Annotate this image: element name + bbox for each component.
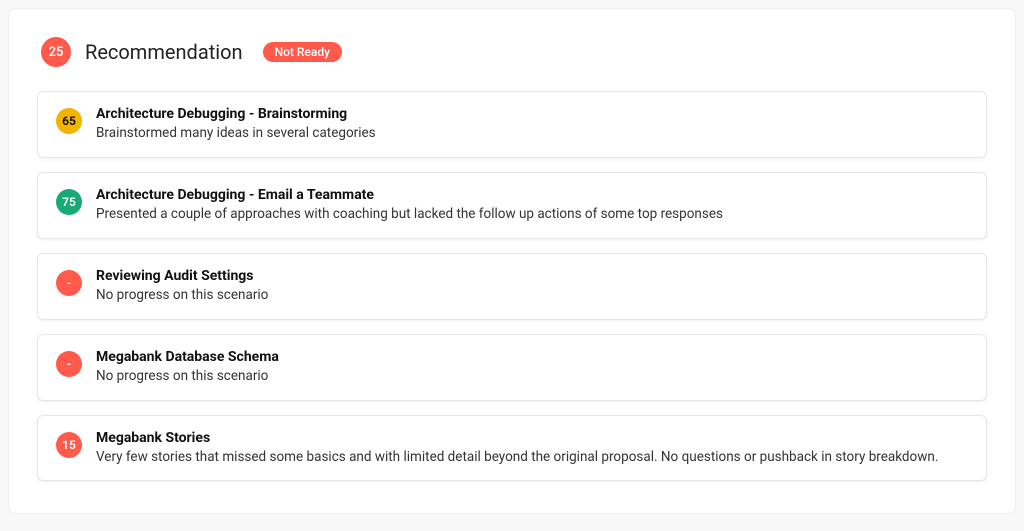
- scenario-title: Megabank Stories: [96, 430, 968, 446]
- scenario-desc: Brainstormed many ideas in several categ…: [96, 124, 968, 143]
- scenario-body: Architecture Debugging - Email a Teammat…: [96, 187, 968, 224]
- scenario-desc: No progress on this scenario: [96, 286, 968, 305]
- scenario-card[interactable]: 65 Architecture Debugging - Brainstormin…: [37, 91, 987, 158]
- scenario-title: Megabank Database Schema: [96, 349, 968, 365]
- scenario-title: Reviewing Audit Settings: [96, 268, 968, 284]
- scenario-body: Architecture Debugging - Brainstorming B…: [96, 106, 968, 143]
- overall-score-badge: 25: [41, 37, 71, 67]
- recommendation-panel: 25 Recommendation Not Ready 65 Architect…: [8, 8, 1016, 514]
- scenario-score-badge: -: [56, 351, 82, 377]
- scenario-title: Architecture Debugging - Brainstorming: [96, 106, 968, 122]
- scenario-score-badge: 75: [56, 189, 82, 215]
- scenario-card[interactable]: 75 Architecture Debugging - Email a Team…: [37, 172, 987, 239]
- scenario-score-badge: 65: [56, 108, 82, 134]
- scenario-body: Reviewing Audit Settings No progress on …: [96, 268, 968, 305]
- panel-title: Recommendation: [85, 40, 243, 64]
- panel-header: 25 Recommendation Not Ready: [37, 37, 987, 67]
- scenario-list: 65 Architecture Debugging - Brainstormin…: [37, 91, 987, 481]
- scenario-desc: Very few stories that missed some basics…: [96, 448, 968, 467]
- scenario-body: Megabank Database Schema No progress on …: [96, 349, 968, 386]
- scenario-desc: Presented a couple of approaches with co…: [96, 205, 968, 224]
- scenario-body: Megabank Stories Very few stories that m…: [96, 430, 968, 467]
- scenario-desc: No progress on this scenario: [96, 367, 968, 386]
- scenario-score-badge: 15: [56, 432, 82, 458]
- scenario-title: Architecture Debugging - Email a Teammat…: [96, 187, 968, 203]
- scenario-card[interactable]: - Megabank Database Schema No progress o…: [37, 334, 987, 401]
- status-badge: Not Ready: [263, 42, 342, 62]
- scenario-card[interactable]: - Reviewing Audit Settings No progress o…: [37, 253, 987, 320]
- scenario-card[interactable]: 15 Megabank Stories Very few stories tha…: [37, 415, 987, 482]
- scenario-score-badge: -: [56, 270, 82, 296]
